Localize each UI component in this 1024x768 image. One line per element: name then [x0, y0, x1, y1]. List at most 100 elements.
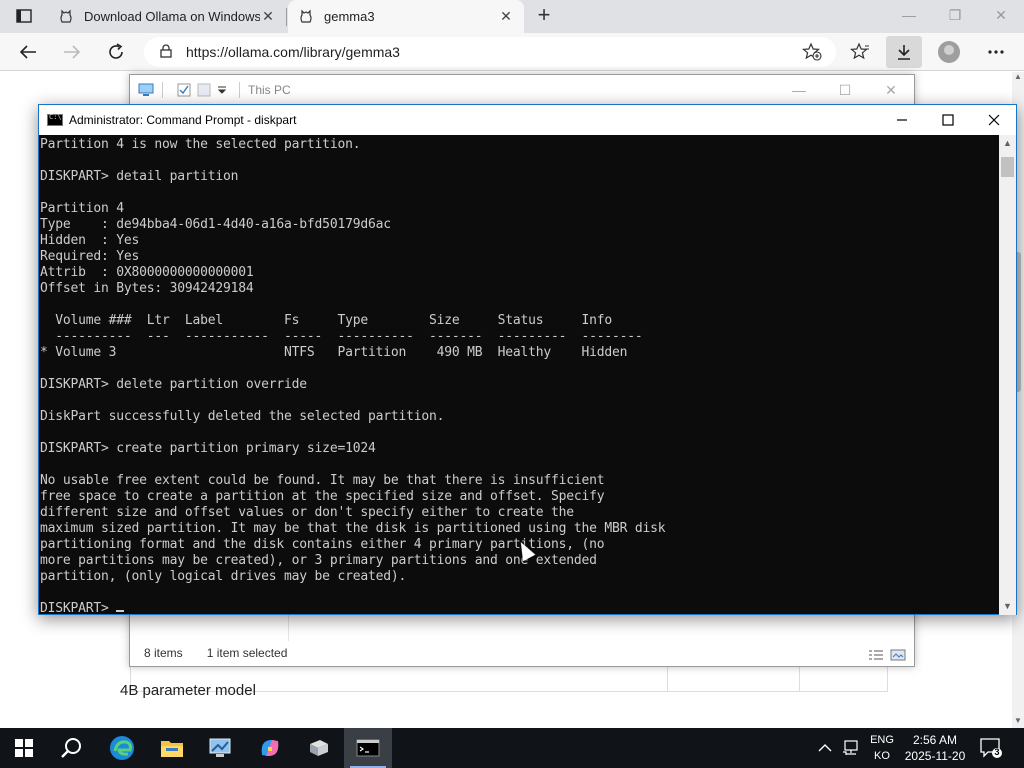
- clock-time: 2:56 AM: [912, 733, 958, 747]
- this-pc-icon: [138, 83, 154, 96]
- start-button[interactable]: [0, 728, 48, 768]
- more-dots-icon: [988, 50, 1004, 54]
- console-line: DISKPART> create partition primary size=…: [40, 441, 376, 456]
- scroll-up-arrow-icon[interactable]: ▲: [1012, 72, 1024, 84]
- scroll-down-arrow-icon[interactable]: ▼: [999, 598, 1016, 615]
- edge-browser-icon: [110, 736, 134, 760]
- taskbar-command-prompt[interactable]: [344, 728, 392, 768]
- cmd-title: Administrator: Command Prompt - diskpart: [69, 113, 297, 127]
- profile-avatar[interactable]: [938, 41, 960, 63]
- keyboard-layout: KO: [874, 750, 890, 762]
- maximize-icon: [942, 114, 954, 126]
- console-line: No usable free extent could be found. It…: [40, 473, 605, 488]
- address-bar[interactable]: https://ollama.com/library/gemma3: [144, 37, 836, 67]
- cmd-scrollbar[interactable]: ▲ ▼: [999, 135, 1016, 615]
- network-button[interactable]: [842, 728, 862, 768]
- lock-icon[interactable]: [160, 43, 176, 61]
- action-center-button[interactable]: 3: [980, 738, 1002, 758]
- selection-count: 1 item selected: [206, 646, 288, 660]
- console-line: more partitions may be created), or 3 pr…: [40, 553, 597, 568]
- minimize-cmd-button[interactable]: [879, 105, 925, 135]
- explorer-status-bar: 8 items 1 item selected: [130, 640, 914, 666]
- refresh-button[interactable]: [102, 38, 130, 66]
- minimize-explorer-button[interactable]: —: [776, 75, 822, 105]
- model-description: 4B parameter model: [120, 682, 256, 699]
- minimize-icon: [897, 119, 907, 121]
- close-cmd-button[interactable]: [971, 105, 1017, 135]
- restore-browser-button[interactable]: ❐: [932, 0, 978, 30]
- disk-management-icon: [310, 740, 328, 756]
- close-tab-icon[interactable]: ✕: [260, 8, 276, 25]
- star-add-icon: [802, 43, 822, 61]
- maximize-explorer-button[interactable]: ☐: [822, 75, 868, 105]
- taskbar-file-explorer[interactable]: [148, 728, 196, 768]
- maximize-cmd-button[interactable]: [925, 105, 971, 135]
- close-tab-icon[interactable]: ✕: [498, 8, 514, 25]
- scroll-up-arrow-icon[interactable]: ▲: [999, 135, 1016, 152]
- forward-button[interactable]: [58, 38, 86, 66]
- scrollbar-thumb[interactable]: [1001, 157, 1014, 177]
- console-line: DISKPART> detail partition: [40, 169, 239, 184]
- tab-gemma3[interactable]: gemma3 ✕: [288, 0, 524, 33]
- new-tab-button[interactable]: +: [532, 4, 556, 28]
- console-line: ---------- --- ----------- ----- -------…: [55, 329, 643, 344]
- large-icons-view-icon[interactable]: [890, 649, 906, 661]
- show-hidden-icons-button[interactable]: [818, 728, 838, 768]
- network-icon: [843, 740, 858, 755]
- chevron-up-icon: [818, 744, 832, 752]
- table-divider: [799, 664, 800, 692]
- console-line: * Volume 3 NTFS Partition 490 MB Healthy…: [40, 345, 628, 360]
- console-line: maximum sized partition. It may be that …: [40, 521, 666, 536]
- properties-icon[interactable]: [177, 83, 191, 97]
- scroll-down-arrow-icon[interactable]: ▼: [1012, 716, 1024, 728]
- tab-download-ollama[interactable]: Download Ollama on Windows ✕: [48, 0, 286, 33]
- close-explorer-button[interactable]: ✕: [868, 75, 914, 105]
- console-line: DiskPart successfully deleted the select…: [40, 409, 445, 424]
- taskbar-control-panel[interactable]: [196, 728, 244, 768]
- back-button[interactable]: [14, 38, 42, 66]
- title-separator: [239, 82, 240, 98]
- minimize-browser-button[interactable]: —: [886, 0, 932, 30]
- taskbar-copilot[interactable]: [246, 728, 294, 768]
- console-prompt: DISKPART>: [40, 601, 117, 615]
- notification-count-badge: 3: [994, 747, 1000, 757]
- pane-divider: [288, 615, 289, 641]
- ollama-favicon-icon: [298, 9, 314, 25]
- customize-dropdown-icon[interactable]: [217, 85, 227, 95]
- console-line: Partition 4: [40, 201, 124, 216]
- add-favorite-button[interactable]: [798, 38, 826, 66]
- refresh-icon: [109, 43, 123, 59]
- back-arrow-icon: [19, 45, 36, 59]
- tab-actions-button[interactable]: [6, 4, 42, 28]
- taskbar-disk-tool[interactable]: [294, 728, 342, 768]
- folder-icon: [161, 741, 183, 757]
- tab-divider: [286, 8, 287, 26]
- console-line: free space to create a partition at the …: [40, 489, 605, 504]
- console-line: Required: Yes: [40, 249, 140, 264]
- close-browser-button[interactable]: ✕: [978, 0, 1024, 30]
- taskbar: ENG KO 2:56 AM 2025-11-20 3: [0, 728, 1024, 768]
- command-prompt-window[interactable]: Administrator: Command Prompt - diskpart…: [38, 104, 1017, 615]
- downloads-button[interactable]: [886, 36, 922, 68]
- quick-access-toolbar: [138, 82, 227, 98]
- url-text[interactable]: https://ollama.com/library/gemma3: [186, 44, 400, 60]
- forward-arrow-icon: [64, 45, 81, 59]
- taskbar-edge[interactable]: [98, 728, 146, 768]
- cmd-title-bar[interactable]: Administrator: Command Prompt - diskpart: [39, 105, 1016, 135]
- favorites-button[interactable]: [846, 38, 874, 66]
- more-menu-button[interactable]: [982, 38, 1010, 66]
- download-icon: [898, 45, 910, 60]
- new-folder-icon[interactable]: [197, 83, 211, 97]
- explorer-title: This PC: [248, 83, 291, 97]
- cmd-app-icon: [47, 113, 63, 126]
- tab-actions-icon: [16, 9, 32, 23]
- search-button[interactable]: [48, 728, 96, 768]
- details-view-icon[interactable]: [868, 649, 884, 661]
- browser-toolbar: https://ollama.com/library/gemma3: [0, 33, 1024, 71]
- system-clock[interactable]: 2:56 AM 2025-11-20: [900, 732, 970, 764]
- input-language-indicator[interactable]: ENG KO: [864, 732, 900, 764]
- search-icon: [61, 738, 81, 758]
- browser-tab-bar: Download Ollama on Windows ✕ gemma3 ✕ + …: [0, 0, 1024, 33]
- console-line: partition, (only logical drives may be c…: [40, 569, 407, 584]
- language-code: ENG: [870, 734, 894, 746]
